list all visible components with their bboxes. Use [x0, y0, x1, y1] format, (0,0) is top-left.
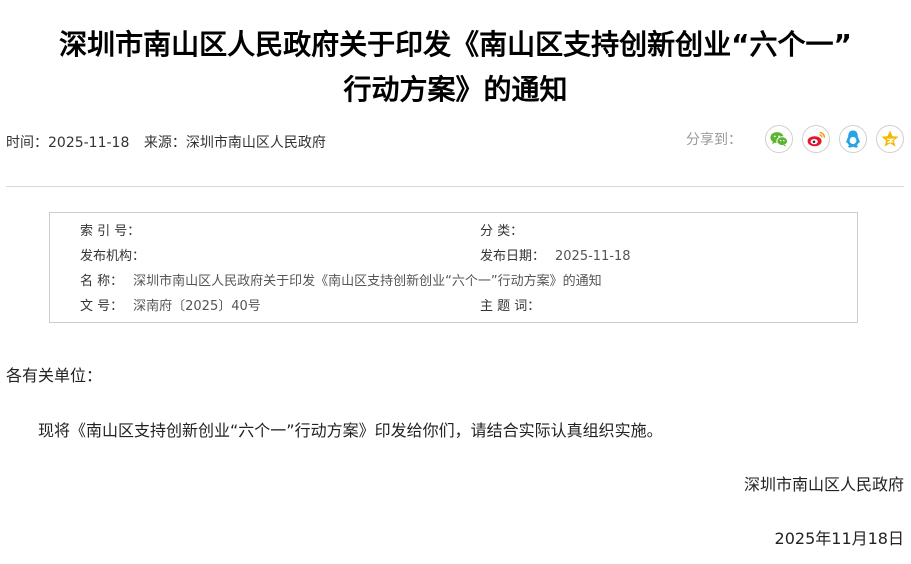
source-label: 来源： [143, 135, 186, 151]
share-label: 分享到： [686, 132, 742, 148]
info-date-label: 发布日期： [480, 249, 546, 264]
wechat-icon [770, 132, 789, 147]
article-meta-bar: 时间：2025-11-18 来源：深圳市南山区人民政府 分享到： [6, 124, 904, 158]
info-keywords: 主 题 词： [480, 299, 550, 315]
share-weibo-button[interactable] [802, 125, 830, 153]
document-info-box: 索 引 号： 分 类： 发布机构： 发布日期： 2025-11-18 名 称： 深圳… [49, 212, 858, 323]
info-date: 发布日期： 2025-11-18 [480, 249, 631, 265]
info-issuer: 发布机构： [80, 249, 155, 265]
time-label: 时间： [6, 135, 48, 151]
article-title-line1: 深圳市南山区人民政府关于印发《南山区支持创新创业“六个一” [59, 28, 852, 61]
share-qq-button[interactable] [839, 125, 867, 153]
info-category: 分 类： [480, 224, 533, 240]
header-divider [6, 186, 904, 187]
info-category-label: 分 类： [480, 224, 524, 239]
info-index-label: 索 引 号： [80, 224, 141, 239]
info-keywords-label: 主 题 词： [480, 299, 541, 314]
article-meta: 时间：2025-11-18 来源：深圳市南山区人民政府 [6, 132, 326, 152]
info-docno-label: 文 号： [80, 299, 124, 314]
qq-icon [846, 130, 860, 148]
info-name-value: 深圳市南山区人民政府关于印发《南山区支持创新创业“六个一”行动方案》的通知 [133, 274, 602, 289]
article-title: 深圳市南山区人民政府关于印发《南山区支持创新创业“六个一” 行动方案》的通知 [0, 22, 911, 112]
body-paragraph: 现将《南山区支持创新创业“六个一”行动方案》印发给你们，请结合实际认真组织实施。 [38, 421, 663, 440]
share-wechat-button[interactable] [765, 125, 793, 153]
qzone-icon [881, 130, 899, 147]
share-qzone-button[interactable] [876, 125, 904, 153]
info-name: 名 称： 深圳市南山区人民政府关于印发《南山区支持创新创业“六个一”行动方案》的通… [80, 274, 602, 290]
source-value: 深圳市南山区人民政府 [185, 135, 326, 151]
info-docno: 文 号： 深南府〔2025〕40号 [80, 299, 261, 315]
article-title-line2: 行动方案》的通知 [343, 73, 568, 106]
share-bar: 分享到： [686, 124, 904, 154]
sign-date: 2025年11月18日 [774, 529, 904, 548]
info-name-label: 名 称： [80, 274, 124, 289]
weibo-icon [807, 131, 826, 147]
time-value: 2025-11-18 [48, 135, 130, 151]
info-issuer-label: 发布机构： [80, 249, 146, 264]
info-docno-value: 深南府〔2025〕40号 [133, 299, 261, 314]
signature: 深圳市南山区人民政府 [743, 475, 904, 494]
salutation: 各有关单位： [6, 366, 103, 385]
info-index: 索 引 号： [80, 224, 150, 240]
info-date-value: 2025-11-18 [555, 249, 631, 264]
